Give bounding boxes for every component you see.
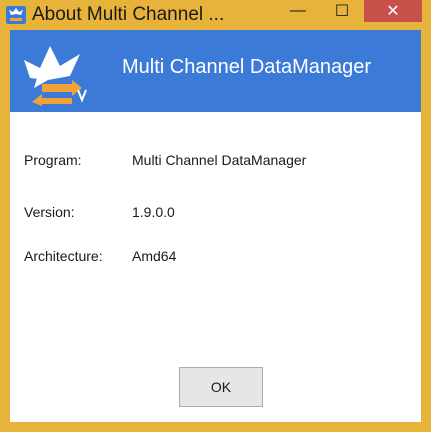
window-title: About Multi Channel ... (32, 4, 225, 25)
ok-button[interactable]: OK (179, 367, 263, 407)
minimize-icon: — (290, 2, 306, 19)
program-value: Multi Channel DataManager (132, 152, 307, 168)
app-logo-icon (24, 46, 87, 106)
version-value: 1.9.0.0 (132, 204, 175, 220)
header-banner: Multi Channel DataManager (10, 30, 421, 112)
close-icon: ✕ (386, 3, 400, 20)
version-label: Version: (24, 204, 75, 220)
architecture-value: Amd64 (132, 248, 177, 264)
app-icon (6, 6, 26, 24)
about-dialog-window: About Multi Channel ... — ☐ ✕ Multi Chan… (0, 0, 431, 432)
title-bar[interactable]: About Multi Channel ... — ☐ ✕ (0, 0, 431, 30)
minimize-button[interactable]: — (281, 0, 315, 22)
banner-title: Multi Channel DataManager (122, 56, 372, 78)
dialog-content: Multi Channel DataManager Program: Multi… (10, 30, 421, 422)
maximize-icon: ☐ (334, 3, 350, 20)
architecture-label: Architecture: (24, 248, 103, 264)
close-button[interactable]: ✕ (364, 0, 422, 22)
program-label: Program: (24, 152, 82, 168)
maximize-button[interactable]: ☐ (325, 0, 359, 22)
